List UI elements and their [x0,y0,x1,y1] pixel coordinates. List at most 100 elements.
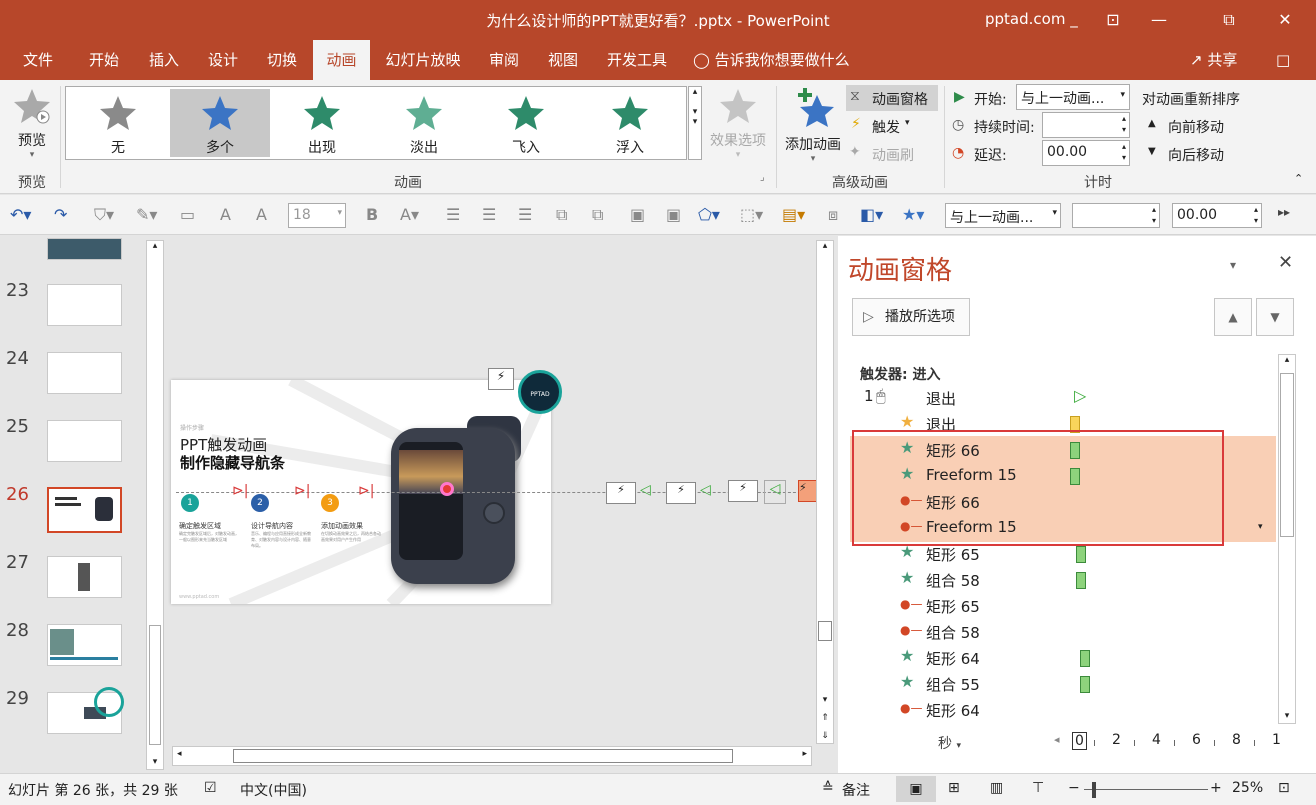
gallery-item-float-in[interactable]: 浮入 [580,89,680,157]
move-down-button[interactable]: ▼ [1256,298,1294,336]
animation-dialog-launcher-icon[interactable]: ⌟ [760,172,765,183]
zoom-level[interactable]: 25% [1232,780,1263,796]
move-earlier-button[interactable]: 向前移动 [1168,117,1224,137]
comments-icon[interactable]: □ [1276,40,1290,80]
shapes-icon[interactable]: ⬠▾ [698,205,720,224]
preview-button[interactable]: 预览 ▾ [10,86,54,160]
seconds-dropdown[interactable]: 秒 ▾ [938,733,961,753]
trigger-button[interactable]: 触发 [872,117,900,137]
delay-input[interactable]: 00.00 ▴ ▾ [1042,140,1130,166]
slide-thumbnail-22[interactable] [47,238,122,260]
timing-bar[interactable] [1076,546,1086,563]
spellcheck-icon[interactable]: ☑ [204,780,217,796]
align-center-icon[interactable]: ☰ [482,205,496,224]
redo-icon[interactable]: ↷ [54,205,67,224]
animation-gallery[interactable]: 无 多个 出现 淡出 飞入 浮入 [65,86,687,160]
slide-thumbnail-27[interactable] [47,556,122,598]
tab-file[interactable]: 文件 [10,40,66,80]
fit-slide-icon[interactable]: ⊡ [1278,780,1290,796]
language-indicator[interactable]: 中文(中国) [240,780,307,800]
effect-options-button[interactable]: 效果选项 ▾ [706,86,770,160]
timing-bar[interactable] [1076,572,1086,589]
close-pane-icon[interactable]: ✕ [1278,252,1293,273]
align-right-icon[interactable]: ☰ [518,205,532,224]
animation-row[interactable]: ★ 组合 58 [850,566,1276,592]
textbox-icon[interactable]: ▭ [180,205,195,224]
maximize-button[interactable]: ⧉ [1206,6,1252,34]
gallery-item-fly-in[interactable]: 飞入 [476,89,576,157]
timing-bar[interactable] [1080,676,1090,693]
fill-icon[interactable]: ⛉▾ [94,205,114,225]
toolbar-duration-input[interactable]: ▴ ▾ [1072,203,1160,228]
selection-icon[interactable]: ⬚▾ [740,205,763,224]
font-color-icon[interactable]: A▾ [400,205,419,224]
tab-insert[interactable]: 插入 [136,40,192,80]
animation-painter-button[interactable]: 动画刷 [872,145,914,165]
timing-bar[interactable] [1080,650,1090,667]
notes-button[interactable]: 备注 [842,780,870,800]
minimize-button[interactable]: — [1136,6,1182,34]
tab-transitions[interactable]: 切换 [254,40,310,80]
move-later-button[interactable]: 向后移动 [1168,145,1224,165]
animation-pane-button[interactable]: ⧖ 动画窗格 [846,85,938,111]
shape-style-icon[interactable]: ◧▾ [860,205,883,224]
zoom-slider-thumb[interactable] [1092,782,1096,798]
tab-slideshow[interactable]: 幻灯片放映 [376,40,470,80]
trigger-lightning-icon[interactable]: ⚡ [488,368,514,390]
duration-spinner-icon[interactable]: ▴ ▾ [1122,113,1126,135]
group-icon[interactable]: ⧉ [556,205,567,225]
tab-view[interactable]: 视图 [535,40,591,80]
tab-home[interactable]: 开始 [76,40,132,80]
tab-developer[interactable]: 开发工具 [598,40,676,80]
nav-playhead[interactable] [440,482,454,496]
bring-forward-icon[interactable]: ▣ [630,205,645,224]
zoom-slider[interactable] [1084,789,1208,790]
bold-icon[interactable]: B [366,205,378,224]
timeline-left-icon[interactable]: ◂ [1054,733,1060,746]
account-name[interactable]: pptad.com _ [985,10,1078,28]
arrange-icon[interactable]: ▤▾ [782,205,805,224]
slide-thumbnail-29[interactable] [47,687,124,734]
zoom-in-icon[interactable]: + [1210,780,1222,796]
ungroup-icon[interactable]: ⧉ [592,205,603,225]
start-select[interactable]: 与上一动画... ▾ [1016,84,1130,110]
slide-horizontal-scrollbar[interactable]: ◂ ▸ [172,746,812,766]
animation-row[interactable]: 1 🖱 退出 ▷ [850,384,1276,410]
slide-thumbnail-28[interactable] [47,624,122,666]
animation-list-scrollbar[interactable]: ▴ ▾ [1278,354,1296,724]
close-button[interactable]: ✕ [1262,6,1308,34]
trigger-lightning-icon[interactable]: ⚡ [798,480,818,502]
slide-thumbnail-26[interactable] [47,487,122,533]
zoom-out-icon[interactable]: − [1068,780,1080,796]
tab-review[interactable]: 审阅 [476,40,532,80]
gallery-scrollbar[interactable]: ▴ ▾ ▾ [688,86,702,160]
animation-row[interactable]: ★ 组合 55 [850,670,1276,696]
tell-me-search[interactable]: ◯ 告诉我你想要做什么 [693,40,853,80]
more-tools-icon[interactable]: ▸▸ [1278,205,1290,219]
tab-design[interactable]: 设计 [195,40,251,80]
normal-view-icon[interactable]: ▣ [896,776,936,802]
reading-view-icon[interactable]: ▥ [990,780,1003,796]
trigger-lightning-icon[interactable]: ⚡ [666,482,696,504]
toolbar-start-select[interactable]: 与上一动画... ▾ [945,203,1061,228]
slide-vertical-scrollbar[interactable]: ▴ ▾ ⇑ ⇓ [816,240,834,744]
trigger-lightning-icon[interactable]: ⚡ [728,480,758,502]
delay-spinner-icon[interactable]: ▴ ▾ [1122,141,1126,163]
add-animation-button[interactable]: 添加动画 ▾ [780,86,846,164]
ribbon-display-options-icon[interactable]: ⊡ [1090,6,1136,34]
tab-animations[interactable]: 动画 [313,40,370,80]
collapse-ribbon-icon[interactable]: ⌃ [1294,172,1303,185]
duration-input[interactable]: ▴ ▾ [1042,112,1130,138]
gallery-item-multiple[interactable]: 多个 [170,89,270,157]
row-dropdown-icon[interactable]: ▾ [1258,522,1263,532]
pen-icon[interactable]: ✎▾ [136,205,157,224]
move-up-button[interactable]: ▲ [1214,298,1252,336]
shrink-font-icon[interactable]: A [256,205,267,224]
align-left-icon[interactable]: ☰ [446,205,460,224]
spinner-icon[interactable]: ▴ ▾ [1152,204,1156,226]
share-button[interactable]: ↗ 共享 [1190,40,1237,80]
trigger-lightning-icon[interactable]: ⚡ [606,482,636,504]
toolbar-delay-input[interactable]: 00.00 ▴ ▾ [1172,203,1262,228]
undo-icon[interactable]: ↶▾ [10,205,31,224]
animation-row[interactable]: ●— 组合 58 [850,618,1276,644]
